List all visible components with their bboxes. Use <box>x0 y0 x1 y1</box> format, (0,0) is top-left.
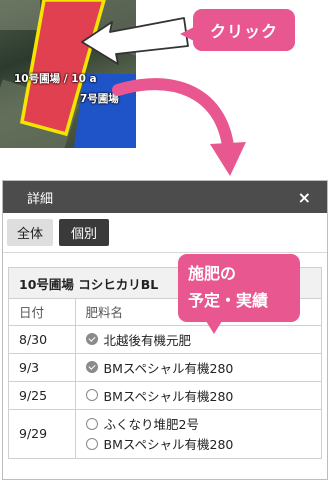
check-pending-icon <box>85 389 98 401</box>
row-date: 9/29 <box>9 409 76 458</box>
fertilizer-callout: 施肥の 予定・実績 <box>178 254 300 334</box>
fertilizer-name: BMスペシャル有機280 <box>103 360 234 376</box>
fertilizer-callout-line1: 施肥の <box>188 264 237 283</box>
check-done-icon <box>85 361 98 373</box>
table-row: 9/25 BMスペシャル有機280 <box>9 381 322 410</box>
fertilizer-name: BMスペシャル有機280 <box>103 437 234 453</box>
tab-individual[interactable]: 個別 <box>59 219 110 246</box>
table-row: 8/30 北越後有機元肥 <box>9 325 322 354</box>
fertilizer-item: ふくなり堆肥2号 <box>85 414 322 434</box>
fertilizer-name: BMスペシャル有機280 <box>103 388 234 404</box>
detail-panel: 詳細 × 全体 個別 10号圃場 コシヒカリBL 日付 肥料名 8/30 北越後有… <box>2 180 328 480</box>
table-row: 9/3 BMスペシャル有機280 <box>9 353 322 382</box>
panel-title: 詳細 <box>27 191 54 207</box>
row-date: 9/25 <box>9 381 76 410</box>
panel-header: 詳細 × <box>3 181 327 213</box>
fertilizer-item: BMスペシャル有機280 <box>85 434 322 454</box>
check-pending-icon <box>85 417 98 430</box>
fertilizer-name: ふくなり堆肥2号 <box>103 417 199 433</box>
fertilizer-callout-line2: 予定・実績 <box>188 291 269 310</box>
fertilizer-name: 北越後有機元肥 <box>103 332 192 348</box>
table-row: 9/29 ふくなり堆肥2号 BMスペシャル有機280 <box>9 409 321 458</box>
tab-bar: 全体 個別 <box>3 213 327 253</box>
fertilizer-item: BMスペシャル有機280 <box>85 385 322 405</box>
curved-arrow-icon <box>112 78 246 176</box>
row-fertilizers: BMスペシャル有機280 <box>75 353 322 382</box>
fertilizer-item: 北越後有機元肥 <box>85 329 322 349</box>
column-header-date: 日付 <box>9 299 76 326</box>
click-callout: クリック <box>180 9 295 51</box>
fertilizer-item: BMスペシャル有機280 <box>85 357 322 377</box>
check-pending-icon <box>85 437 98 450</box>
tab-all[interactable]: 全体 <box>7 219 54 246</box>
row-fertilizers: BMスペシャル有機280 <box>75 381 322 410</box>
row-fertilizers: 北越後有機元肥 <box>75 325 322 354</box>
close-icon[interactable]: × <box>298 188 311 207</box>
check-done-icon <box>85 333 98 345</box>
row-date: 9/3 <box>9 353 76 382</box>
row-fertilizers: ふくなり堆肥2号 BMスペシャル有機280 <box>75 409 321 458</box>
row-date: 8/30 <box>9 325 76 354</box>
